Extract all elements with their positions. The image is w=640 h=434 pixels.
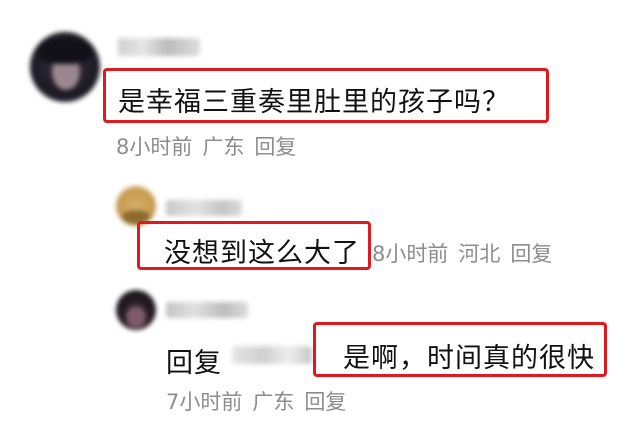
- comment-time: 8小时前: [116, 135, 193, 159]
- comment-location: 河北: [458, 242, 501, 266]
- comment-meta: 7小时前 广东 回复: [166, 386, 356, 416]
- comment-text: 没想到这么大了: [164, 238, 360, 269]
- comment-meta: 8小时前 河北 回复: [372, 238, 562, 268]
- comment-time: 8小时前: [372, 242, 449, 266]
- reply-button[interactable]: 回复: [510, 242, 552, 266]
- avatar[interactable]: [30, 32, 100, 102]
- reply-prefix: 回复: [166, 348, 222, 379]
- username[interactable]: [118, 38, 200, 56]
- username[interactable]: [166, 200, 242, 216]
- comment-text: 是啊，时间真的很快: [343, 343, 595, 374]
- reply-button[interactable]: 回复: [304, 390, 346, 414]
- username[interactable]: [166, 302, 248, 318]
- reply-button[interactable]: 回复: [254, 135, 296, 159]
- comment-location: 广东: [252, 390, 295, 414]
- comment-time: 7小时前: [166, 390, 243, 414]
- comment-text: 是幸福三重奏里肚里的孩子吗？: [118, 87, 510, 118]
- reply-target-username[interactable]: [232, 346, 312, 364]
- avatar[interactable]: [116, 290, 156, 330]
- comment-meta: 8小时前 广东 回复: [116, 131, 306, 161]
- avatar[interactable]: [116, 186, 156, 226]
- comment-location: 广东: [202, 135, 245, 159]
